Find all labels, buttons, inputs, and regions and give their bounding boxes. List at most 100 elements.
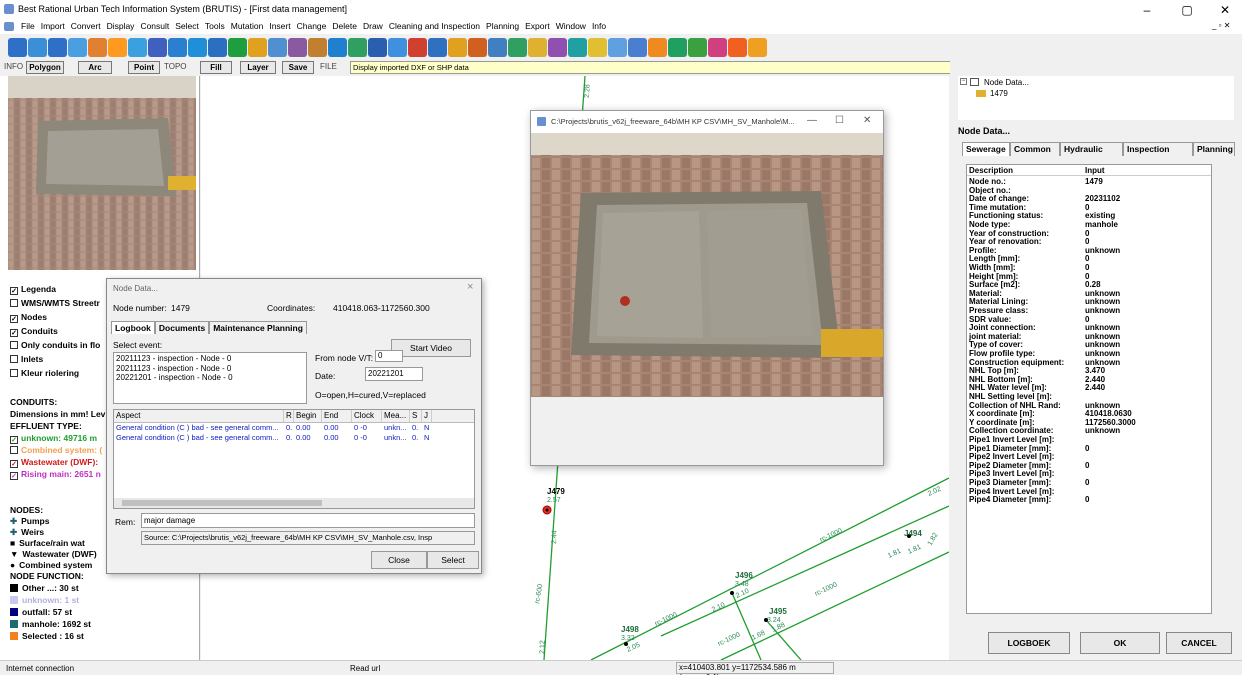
- file-label[interactable]: FILE: [320, 62, 337, 71]
- toolbar-tool-icon[interactable]: [588, 38, 607, 57]
- toolbar-tool-icon[interactable]: [68, 38, 87, 57]
- photo-viewer-window[interactable]: C:\Projects\brutis_v62j_freeware_64b\MH …: [530, 110, 884, 466]
- checkbox[interactable]: ✓: [10, 460, 18, 468]
- toolbar-tool-icon[interactable]: [208, 38, 227, 57]
- menu-item-export[interactable]: Export: [522, 21, 553, 31]
- column-header[interactable]: End: [322, 410, 352, 422]
- menu-item-mutation[interactable]: Mutation: [228, 21, 267, 31]
- property-value[interactable]: unknown: [1085, 246, 1120, 255]
- property-value[interactable]: 1479: [1085, 177, 1103, 186]
- arc-button[interactable]: Arc: [78, 61, 112, 74]
- start-video-button[interactable]: Start Video: [391, 339, 471, 357]
- toolbar-tool-icon[interactable]: [348, 38, 367, 57]
- effluent-toggle[interactable]: Combined system: (: [10, 445, 102, 455]
- tab-maintenance-planning[interactable]: Maintenance Planning: [209, 321, 307, 334]
- checkbox[interactable]: ✓: [10, 287, 18, 295]
- toolbar-tool-icon[interactable]: [528, 38, 547, 57]
- list-item[interactable]: 20211123 - inspection - Node - 0: [114, 364, 306, 373]
- event-list[interactable]: 20211123 - inspection - Node - 0 2021112…: [113, 352, 307, 404]
- menu-item-delete[interactable]: Delete: [329, 21, 360, 31]
- topo-label[interactable]: TOPO: [164, 62, 187, 71]
- toolbar-tool-icon[interactable]: [108, 38, 127, 57]
- checkbox[interactable]: ✓: [10, 436, 18, 444]
- toolbar-tool-icon[interactable]: [728, 38, 747, 57]
- table-row[interactable]: General condition (C ) bad - see general…: [114, 423, 474, 433]
- layer-toggle[interactable]: Only conduits in flo: [10, 340, 100, 350]
- toolbar-tool-icon[interactable]: [688, 38, 707, 57]
- remark-input[interactable]: major damage: [141, 513, 475, 528]
- from-node-input[interactable]: 0: [375, 350, 403, 362]
- property-value[interactable]: unknown: [1085, 426, 1120, 435]
- layer-toggle[interactable]: Inlets: [10, 354, 43, 364]
- tab-common[interactable]: Common: [1010, 142, 1060, 156]
- node-tree[interactable]: − Node Data... 1479: [958, 76, 1234, 120]
- logbook-button[interactable]: LOGBOEK: [988, 632, 1070, 654]
- save-button[interactable]: Save: [282, 61, 314, 74]
- property-value[interactable]: 0: [1085, 478, 1089, 487]
- collapse-icon[interactable]: −: [960, 78, 967, 85]
- toolbar-tool-icon[interactable]: [748, 38, 767, 57]
- point-button[interactable]: Point: [128, 61, 160, 74]
- menu-item-consult[interactable]: Consult: [137, 21, 172, 31]
- column-header[interactable]: Clock: [352, 410, 382, 422]
- toolbar-tool-icon[interactable]: [388, 38, 407, 57]
- menu-item-change[interactable]: Change: [294, 21, 330, 31]
- toolbar-tool-icon[interactable]: [368, 38, 387, 57]
- column-header[interactable]: R: [284, 410, 294, 422]
- layer-toggle[interactable]: ✓ Conduits: [10, 326, 58, 337]
- list-item[interactable]: 20221201 - inspection - Node - 0: [114, 373, 306, 382]
- tree-child-label[interactable]: 1479: [990, 89, 1008, 98]
- toolbar-tool-icon[interactable]: [668, 38, 687, 57]
- checkbox[interactable]: [10, 355, 18, 363]
- effluent-toggle[interactable]: ✓ Wastewater (DWF):: [10, 457, 98, 468]
- menu-item-window[interactable]: Window: [553, 21, 589, 31]
- close-icon[interactable]: ×: [467, 281, 473, 293]
- effluent-toggle[interactable]: ✓ unknown: 49716 m: [10, 433, 97, 444]
- minimize-button[interactable]: —: [807, 115, 817, 126]
- menu-item-draw[interactable]: Draw: [360, 21, 386, 31]
- column-header[interactable]: S: [410, 410, 422, 422]
- toolbar-tool-icon[interactable]: [708, 38, 727, 57]
- toolbar-tool-icon[interactable]: [88, 38, 107, 57]
- property-value[interactable]: 0: [1085, 461, 1089, 470]
- toolbar-tool-icon[interactable]: [308, 38, 327, 57]
- toolbar-tool-icon[interactable]: [168, 38, 187, 57]
- menu-item-info[interactable]: Info: [589, 21, 609, 31]
- toolbar-tool-icon[interactable]: [328, 38, 347, 57]
- checkbox[interactable]: [10, 341, 18, 349]
- toolbar-tool-icon[interactable]: [628, 38, 647, 57]
- tab-documents[interactable]: Documents: [154, 321, 210, 334]
- toolbar-tool-icon[interactable]: [408, 38, 427, 57]
- fill-button[interactable]: Fill: [200, 61, 232, 74]
- property-value[interactable]: unknown: [1085, 306, 1120, 315]
- maximize-button[interactable]: ▢: [1172, 2, 1202, 18]
- column-header[interactable]: Aspect: [114, 410, 284, 422]
- checkbox[interactable]: [10, 446, 18, 454]
- toolbar-tool-icon[interactable]: [508, 38, 527, 57]
- layer-toggle[interactable]: ✓ Legenda: [10, 284, 56, 295]
- layer-button[interactable]: Layer: [240, 61, 276, 74]
- date-input[interactable]: 20221201: [365, 367, 423, 381]
- maximize-button[interactable]: ☐: [835, 115, 844, 126]
- checkbox[interactable]: ✓: [10, 472, 18, 480]
- column-header[interactable]: Begin: [294, 410, 322, 422]
- column-header[interactable]: J: [422, 410, 432, 422]
- toolbar-tool-icon[interactable]: [268, 38, 287, 57]
- column-header[interactable]: Mea...: [382, 410, 410, 422]
- ok-button[interactable]: OK: [1080, 632, 1160, 654]
- close-button[interactable]: ✕: [863, 115, 871, 126]
- polygon-button[interactable]: Polygon: [26, 61, 64, 74]
- property-value[interactable]: 0: [1085, 495, 1089, 504]
- toolbar-tool-icon[interactable]: [188, 38, 207, 57]
- layer-toggle[interactable]: WMS/WMTS Streetr: [10, 298, 100, 308]
- close-button[interactable]: ✕: [1210, 2, 1240, 18]
- property-value[interactable]: manhole: [1085, 220, 1118, 229]
- select-button[interactable]: Select: [427, 551, 479, 569]
- property-value[interactable]: 2.440: [1085, 383, 1105, 392]
- horizontal-scrollbar[interactable]: [114, 498, 474, 508]
- tab-inspection[interactable]: Inspection: [1123, 142, 1193, 156]
- toolbar-tool-icon[interactable]: [568, 38, 587, 57]
- cancel-button[interactable]: CANCEL: [1166, 632, 1232, 654]
- tab-logbook[interactable]: Logbook: [111, 321, 155, 334]
- list-item[interactable]: 20211123 - inspection - Node - 0: [114, 353, 306, 364]
